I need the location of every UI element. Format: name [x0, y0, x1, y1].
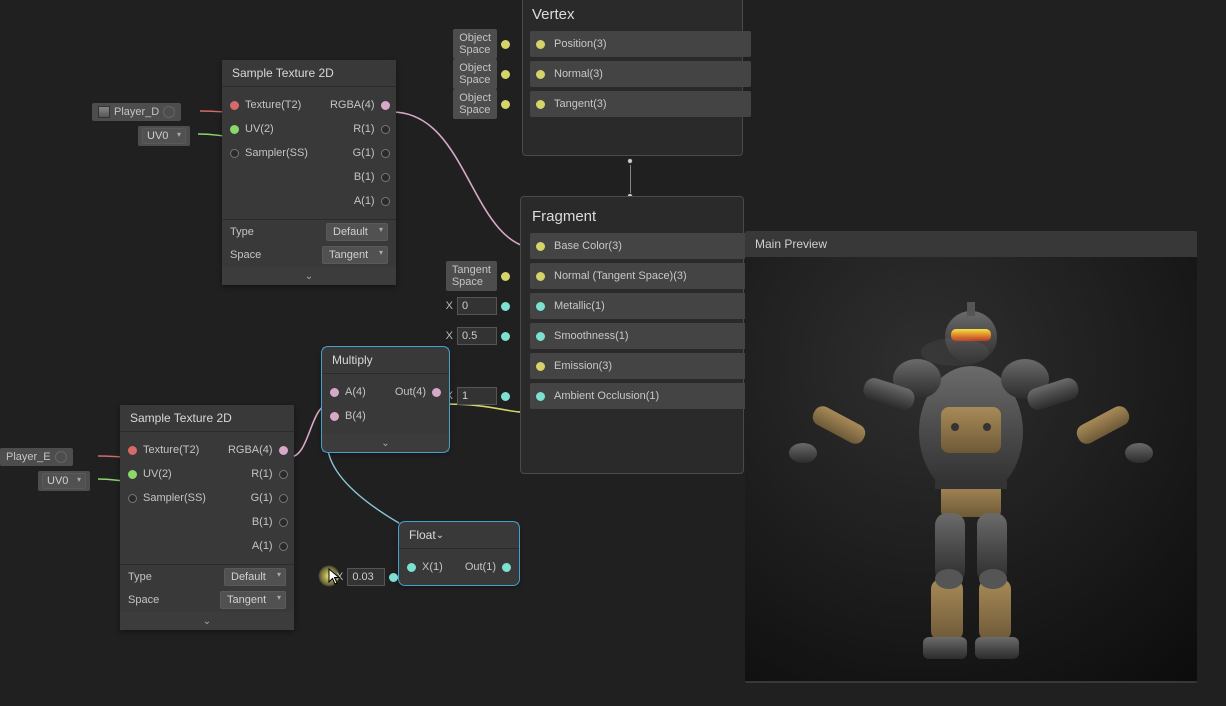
port-out[interactable]	[432, 388, 441, 397]
fragment-title: Fragment	[530, 202, 751, 233]
port-out-g[interactable]	[381, 149, 390, 158]
port-in-a[interactable]	[330, 388, 339, 397]
node-sample-texture-2[interactable]: Sample Texture 2D Texture(T2) UV(2) Samp…	[120, 405, 294, 630]
fragment-block: Fragment Base Color(3) Normal (Tangent S…	[530, 202, 751, 413]
port-in-x[interactable]	[407, 563, 416, 572]
float-x-input-chip[interactable]: X	[336, 568, 398, 586]
node-title[interactable]: Multiply	[322, 347, 449, 374]
port-in-uv[interactable]	[128, 470, 137, 479]
port-in[interactable]	[536, 332, 545, 341]
port-in-sampler[interactable]	[128, 494, 137, 503]
block-connector-dots	[627, 158, 633, 199]
port-connector[interactable]	[501, 70, 510, 79]
vertex-slot-tangent[interactable]: Tangent(3) Object Space	[530, 91, 751, 117]
space-chip[interactable]: Tangent Space	[446, 261, 497, 291]
metallic-input[interactable]	[457, 297, 497, 315]
node-title[interactable]: Sample Texture 2D	[222, 60, 396, 87]
param-picker-icon[interactable]	[163, 106, 175, 118]
port-out-r[interactable]	[381, 125, 390, 134]
vertex-slot-position[interactable]: Position(3) Object Space	[530, 31, 751, 57]
space-select[interactable]: Tangent	[220, 591, 286, 609]
port-in[interactable]	[536, 362, 545, 371]
preview-viewport[interactable]	[745, 257, 1197, 681]
port-in[interactable]	[536, 70, 545, 79]
port-connector[interactable]	[501, 100, 510, 109]
vertex-title: Vertex	[530, 0, 751, 31]
param-picker-icon[interactable]	[55, 451, 67, 463]
chevron-down-icon[interactable]: ⌄	[436, 530, 444, 541]
port-in[interactable]	[536, 272, 545, 281]
space-select[interactable]: Tangent	[322, 246, 388, 264]
port-connector[interactable]	[501, 40, 510, 49]
action-highlight	[318, 565, 340, 587]
port-out-rgba[interactable]	[279, 446, 288, 455]
vertex-slot-normal[interactable]: Normal(3) Object Space	[530, 61, 751, 87]
port-connector[interactable]	[501, 392, 510, 401]
fragment-slot-basecolor[interactable]: Base Color(3)	[530, 233, 751, 259]
port-in-texture[interactable]	[128, 446, 137, 455]
port-in-sampler[interactable]	[230, 149, 239, 158]
ao-input[interactable]	[457, 387, 497, 405]
preview-title[interactable]: Main Preview	[745, 231, 1197, 257]
smoothness-input[interactable]	[457, 327, 497, 345]
space-chip[interactable]: Object Space	[453, 59, 497, 89]
texture-param-chip[interactable]: Player_E	[0, 448, 73, 466]
port-in[interactable]	[536, 392, 545, 401]
fragment-slot-metallic[interactable]: Metallic(1) X	[530, 293, 751, 319]
port-in[interactable]	[536, 302, 545, 311]
port-in-b[interactable]	[330, 412, 339, 421]
port-connector[interactable]	[501, 272, 510, 281]
port-out-r[interactable]	[279, 470, 288, 479]
chevron-down-icon: ⌄	[203, 616, 211, 627]
uv-select[interactable]: UV0	[42, 473, 86, 489]
float-x-input[interactable]	[347, 568, 385, 586]
fragment-slot-normal[interactable]: Normal (Tangent Space)(3) Tangent Space	[530, 263, 751, 289]
type-select[interactable]: Default	[326, 223, 388, 241]
port-out-b[interactable]	[381, 173, 390, 182]
port-connector[interactable]	[501, 302, 510, 311]
port-out-rgba[interactable]	[381, 101, 390, 110]
fragment-slot-emission[interactable]: Emission(3)	[530, 353, 751, 379]
port-in[interactable]	[536, 242, 545, 251]
space-chip[interactable]: Object Space	[453, 29, 497, 59]
node-sample-texture-1[interactable]: Sample Texture 2D Texture(T2) UV(2) Samp…	[222, 60, 396, 285]
type-select[interactable]: Default	[224, 568, 286, 586]
expand-toggle[interactable]: ⌄	[322, 434, 449, 452]
port-out-b[interactable]	[279, 518, 288, 527]
port-out[interactable]	[502, 563, 511, 572]
uv-param-chip[interactable]: UV0	[38, 471, 90, 491]
chevron-down-icon: ⌄	[305, 271, 313, 282]
fragment-slot-smoothness[interactable]: Smoothness(1) X	[530, 323, 751, 349]
port-out-g[interactable]	[279, 494, 288, 503]
graph-canvas[interactable]: Vertex Position(3) Object Space Normal(3…	[0, 0, 1226, 706]
fragment-slot-ao[interactable]: Ambient Occlusion(1) X	[530, 383, 751, 409]
port-out-a[interactable]	[381, 197, 390, 206]
texture-icon	[98, 106, 110, 118]
expand-toggle[interactable]: ⌄	[120, 612, 294, 630]
port-in[interactable]	[536, 40, 545, 49]
port-connector[interactable]	[501, 332, 510, 341]
expand-toggle[interactable]: ⌄	[222, 267, 396, 285]
uv-param-chip[interactable]: UV0	[138, 126, 190, 146]
port-out-a[interactable]	[279, 542, 288, 551]
port-in-uv[interactable]	[230, 125, 239, 134]
chevron-down-icon: ⌄	[381, 438, 389, 449]
main-preview-panel[interactable]: Main Preview	[745, 231, 1197, 683]
port-connector[interactable]	[389, 573, 398, 582]
space-chip[interactable]: Object Space	[453, 89, 497, 119]
node-title[interactable]: Float ⌄	[399, 522, 519, 549]
port-in-texture[interactable]	[230, 101, 239, 110]
node-float[interactable]: Float ⌄ X(1) Out(1)	[399, 522, 519, 585]
node-multiply[interactable]: Multiply A(4) B(4) Out(4) ⌄	[322, 347, 449, 452]
vertex-block: Vertex Position(3) Object Space Normal(3…	[530, 0, 751, 121]
character-model	[745, 257, 1197, 681]
uv-select[interactable]: UV0	[142, 128, 186, 144]
node-title[interactable]: Sample Texture 2D	[120, 405, 294, 432]
port-in[interactable]	[536, 100, 545, 109]
texture-param-chip[interactable]: Player_D	[92, 103, 181, 121]
